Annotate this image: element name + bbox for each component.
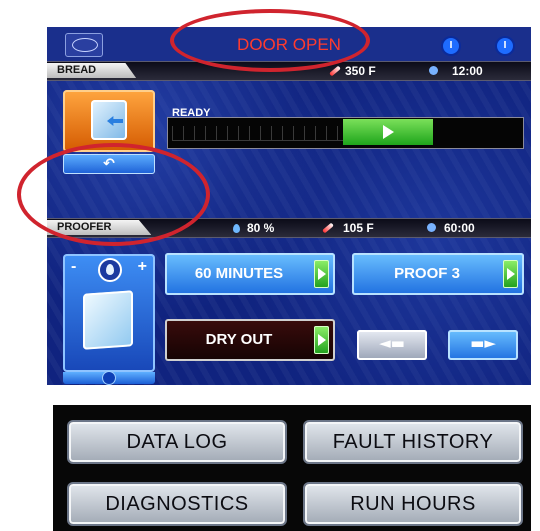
brand-logo xyxy=(65,33,103,57)
play-icon xyxy=(314,260,329,288)
clock-icon xyxy=(429,66,438,75)
play-icon xyxy=(314,326,329,354)
previous-icon: ◄▬ xyxy=(379,334,405,352)
play-icon xyxy=(383,125,394,139)
proofer-timer: 60:00 xyxy=(444,221,475,235)
dry-out-button[interactable]: DRY OUT xyxy=(165,319,335,361)
clock-icon xyxy=(427,223,436,232)
proofer-temperature: 105 F xyxy=(343,221,374,235)
run-hours-button[interactable]: RUN HOURS xyxy=(305,484,521,524)
proofer-icon[interactable]: - + xyxy=(63,254,155,372)
proof-time-button[interactable]: 60 MINUTES xyxy=(165,253,335,295)
bread-timer: 12:00 xyxy=(452,64,483,78)
diagnostics-button[interactable]: DIAGNOSTICS xyxy=(69,484,285,524)
thermometer-icon xyxy=(322,222,334,234)
menu-panel: DATA LOG FAULT HISTORY DIAGNOSTICS RUN H… xyxy=(53,405,531,531)
thermometer-icon xyxy=(329,65,341,77)
previous-button[interactable]: ◄▬ xyxy=(357,330,427,360)
proofer-humidity: 80 % xyxy=(247,221,275,235)
humidity-gauge-icon xyxy=(98,258,122,282)
power-icon xyxy=(103,372,115,384)
proof-time-label: 60 MINUTES xyxy=(194,265,284,282)
next-button[interactable]: ▬► xyxy=(448,330,518,360)
bread-temperature: 350 F xyxy=(345,64,376,78)
humidity-plus-button[interactable]: + xyxy=(138,258,147,276)
proof-program-button[interactable]: PROOF 3 xyxy=(352,253,524,295)
humidity-minus-button[interactable]: - xyxy=(71,258,76,276)
humidity-drop-icon xyxy=(233,224,240,233)
proofer-cabinet-icon xyxy=(83,290,133,350)
progress-fill[interactable] xyxy=(343,119,433,145)
proofer-power-button[interactable] xyxy=(63,372,155,384)
bread-progress-bar xyxy=(167,117,524,149)
bread-label: BREAD xyxy=(47,63,137,78)
next-icon: ▬► xyxy=(470,334,496,352)
data-log-button[interactable]: DATA LOG xyxy=(69,422,285,462)
proof-program-label: PROOF 3 xyxy=(394,265,460,282)
play-icon xyxy=(503,260,518,288)
power-icon[interactable] xyxy=(497,38,513,54)
power-icon[interactable] xyxy=(443,38,459,54)
annotation-ellipse xyxy=(170,9,370,72)
annotation-ellipse xyxy=(17,143,210,246)
dry-out-label: DRY OUT xyxy=(205,331,273,348)
fault-history-button[interactable]: FAULT HISTORY xyxy=(305,422,521,462)
